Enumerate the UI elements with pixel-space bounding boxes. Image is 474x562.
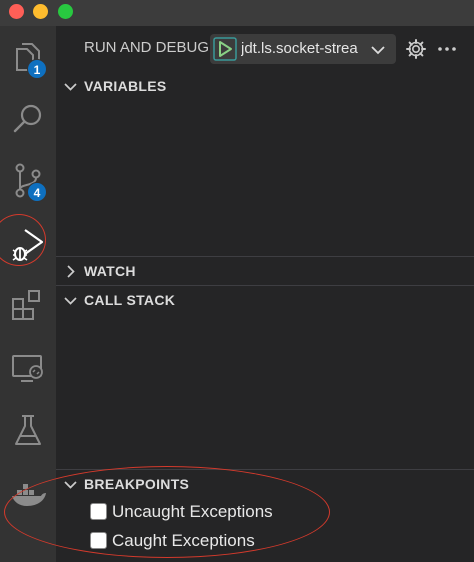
run-and-debug-view: RUN AND DEBUG jdt.ls.socket-strea VARIAB… <box>56 26 474 562</box>
breakpoint-label: Uncaught Exceptions <box>112 502 273 521</box>
section-title: BREAKPOINTS <box>84 476 190 492</box>
close-window-button[interactable] <box>9 4 24 19</box>
chevron-right-icon <box>67 265 75 278</box>
activity-source-control[interactable]: 4 <box>0 150 56 210</box>
minimize-window-button[interactable] <box>33 4 48 19</box>
run-and-debug-icon <box>12 229 44 261</box>
activity-docker[interactable] <box>0 462 56 522</box>
chevron-down-icon <box>64 297 77 305</box>
activity-extensions[interactable] <box>0 274 56 334</box>
activity-explorer[interactable]: 1 <box>0 28 56 88</box>
section-call-stack-header[interactable]: CALL STACK <box>56 286 474 314</box>
breakpoint-uncaught-exceptions[interactable]: Uncaught Exceptions <box>90 499 390 525</box>
activity-search[interactable] <box>0 88 56 148</box>
chevron-down-icon <box>371 46 385 55</box>
breakpoint-label: Caught Exceptions <box>112 531 255 550</box>
chevron-down-icon <box>64 83 77 91</box>
section-title: VARIABLES <box>84 78 167 94</box>
title-bar <box>0 0 474 26</box>
docker-icon <box>12 484 46 506</box>
section-variables-header[interactable]: VARIABLES <box>56 72 474 100</box>
more-actions-icon[interactable] <box>436 38 458 60</box>
section-title: WATCH <box>84 263 136 279</box>
debug-configuration-select[interactable]: jdt.ls.socket-strea <box>210 34 396 64</box>
breakpoint-caught-exceptions[interactable]: Caught Exceptions <box>90 528 390 554</box>
section-breakpoints-header[interactable]: BREAKPOINTS <box>56 470 474 498</box>
checkbox[interactable] <box>90 503 107 520</box>
activity-remote-explorer[interactable] <box>0 338 56 398</box>
section-title: CALL STACK <box>84 292 176 308</box>
testing-icon <box>15 415 41 445</box>
source-control-badge: 4 <box>27 182 47 202</box>
search-icon <box>13 104 42 133</box>
activity-run-and-debug[interactable] <box>0 212 56 272</box>
chevron-down-icon <box>64 481 77 489</box>
checkbox[interactable] <box>90 532 107 549</box>
zoom-window-button[interactable] <box>58 4 73 19</box>
activity-testing[interactable] <box>0 400 56 460</box>
section-watch-header[interactable]: WATCH <box>56 257 474 285</box>
extensions-icon <box>12 290 40 320</box>
activity-bar: 1 4 <box>0 26 56 562</box>
start-debugging-icon[interactable] <box>213 37 237 61</box>
configuration-name: jdt.ls.socket-strea <box>241 40 358 57</box>
remote-explorer-icon <box>12 355 43 382</box>
gear-icon[interactable] <box>405 38 427 60</box>
view-title: RUN AND DEBUG <box>84 39 210 56</box>
explorer-badge: 1 <box>27 59 47 79</box>
